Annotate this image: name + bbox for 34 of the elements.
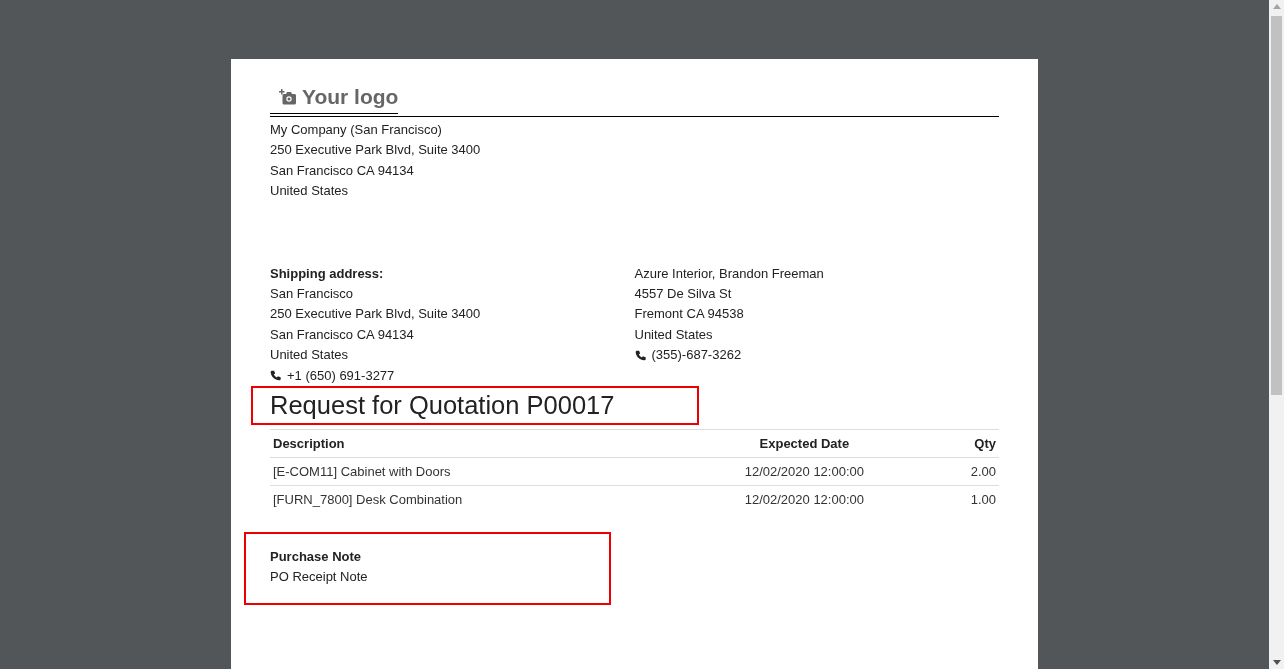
vendor-address-line: Fremont CA 94538 <box>634 305 745 324</box>
table-cell: [FURN_7800] Desk Combination <box>270 485 675 514</box>
company-address-line: 250 Executive Park Blvd, Suite 3400 <box>270 141 482 160</box>
vendor-address-line: United States <box>634 325 714 344</box>
phone-icon <box>270 370 281 382</box>
table-cell: [E-COM11] Cabinet with Doors <box>270 457 675 486</box>
column-header: Qty <box>934 429 999 458</box>
note-heading: Purchase Note <box>270 548 363 567</box>
document-title: Request for Quotation P00017 <box>270 390 616 422</box>
column-header: Description <box>270 429 675 458</box>
camera-icon <box>278 89 296 105</box>
logo-text: Your logo <box>302 85 399 109</box>
shipping-address-line: San Francisco CA 94134 <box>270 325 415 344</box>
column-header: Expected Date <box>674 429 935 458</box>
phone-number: +1 (650) 691-3277 <box>287 366 395 385</box>
shipping-address-line: San Francisco <box>270 285 355 304</box>
company-address-line: San Francisco CA 94134 <box>270 161 415 180</box>
table-cell: 1.00 <box>934 485 999 514</box>
phone-number: (355)-687-3262 <box>651 346 742 365</box>
vendor-address-line: 4557 De Silva St <box>634 285 733 304</box>
scrollbar-thumb[interactable] <box>1271 16 1282 395</box>
shipping-address-line: 250 Executive Park Blvd, Suite 3400 <box>270 305 482 324</box>
scroll-up-icon[interactable] <box>1272 4 1281 9</box>
shipping-address-line: United States <box>270 346 350 365</box>
company-address-line: My Company (San Francisco) <box>270 121 443 139</box>
table-cell: 2.00 <box>934 457 999 486</box>
table-cell: 12/02/2020 12:00:00 <box>674 485 935 514</box>
note-text: PO Receipt Note <box>270 568 369 587</box>
phone-icon <box>634 349 646 361</box>
table-cell: 12/02/2020 12:00:00 <box>674 457 935 486</box>
company-address-line: United States <box>270 182 350 201</box>
shipping-heading: Shipping address: <box>270 264 385 283</box>
scroll-down-icon[interactable] <box>1272 660 1281 665</box>
vendor-address-line: Azure Interior, Brandon Freeman <box>634 264 825 283</box>
